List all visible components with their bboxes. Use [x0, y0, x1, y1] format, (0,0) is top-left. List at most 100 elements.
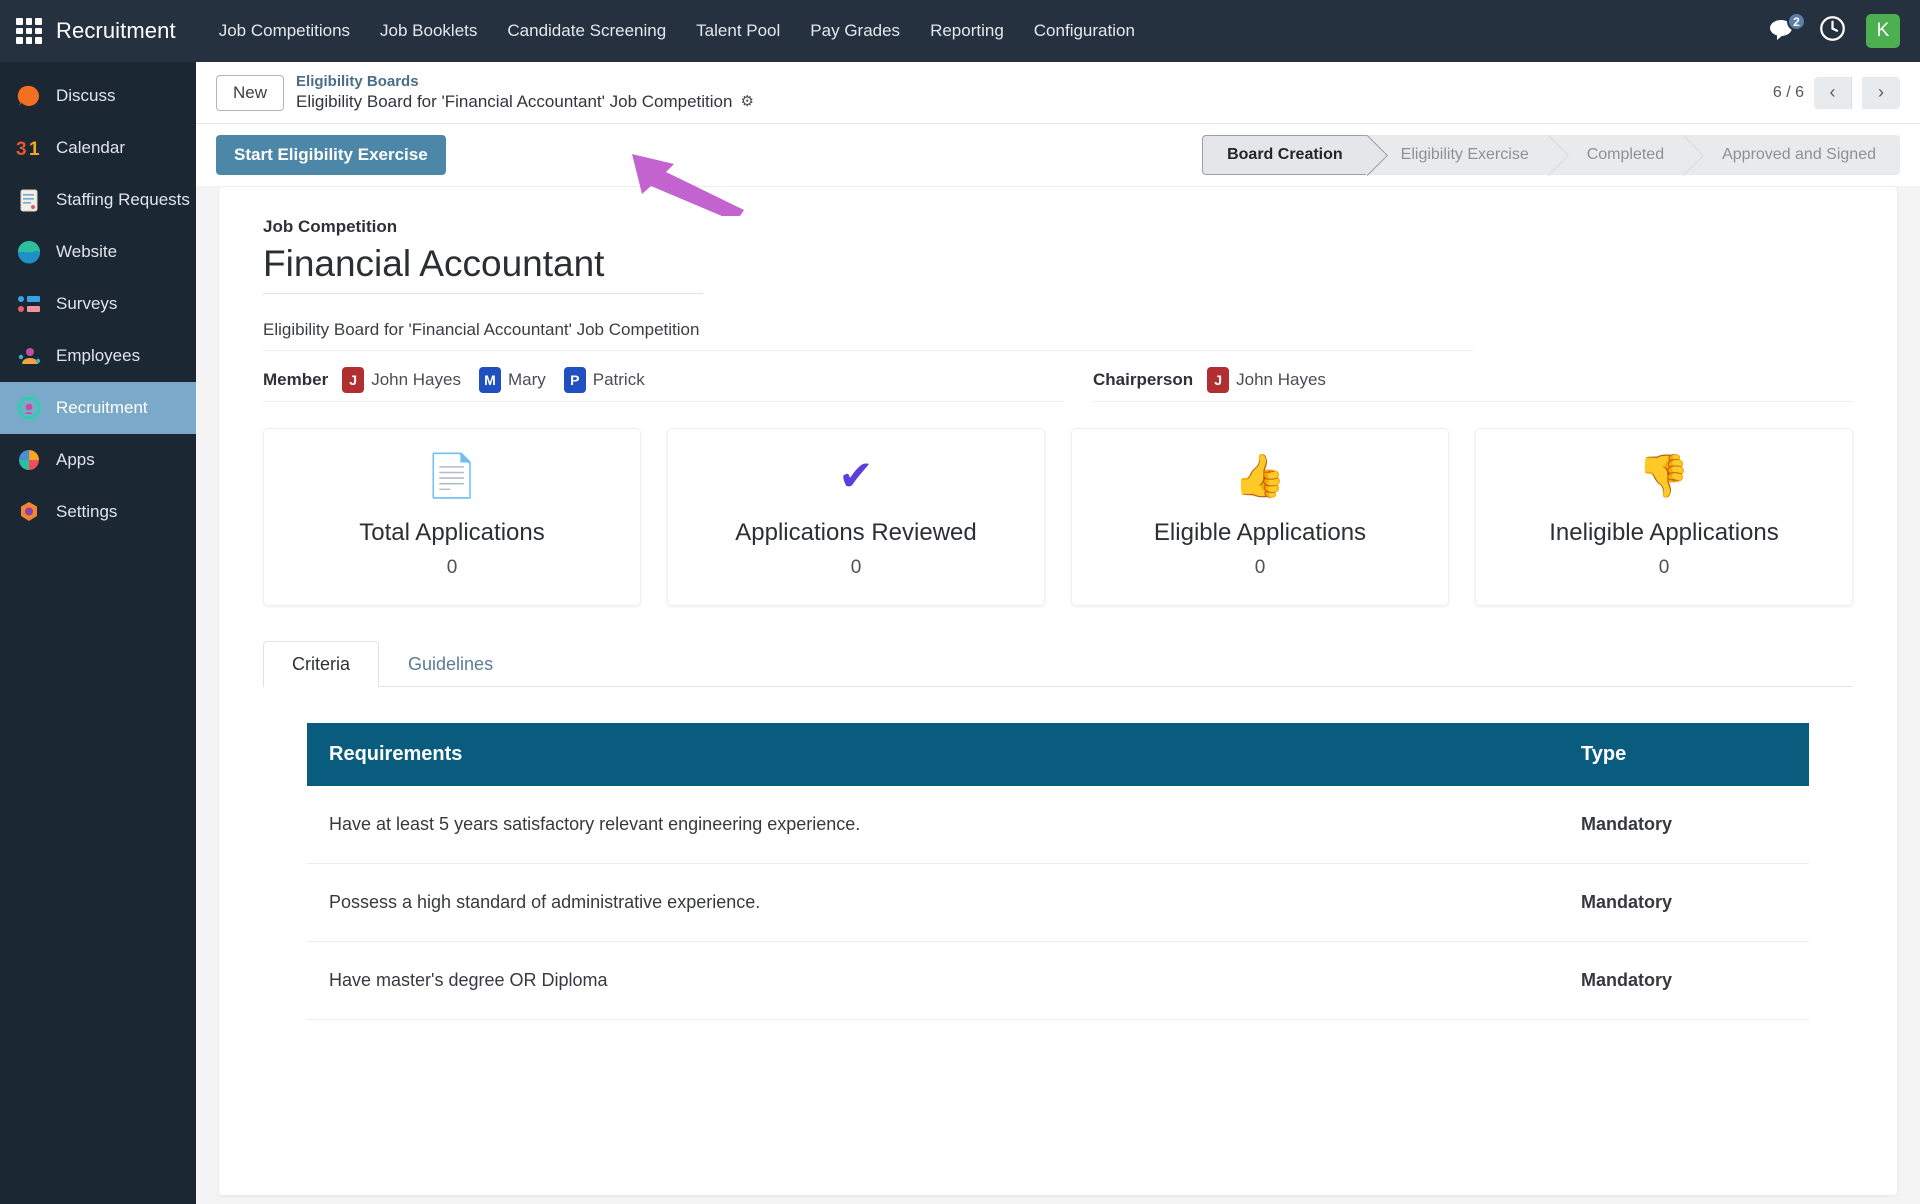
sidebar-item-apps[interactable]: Apps — [0, 434, 196, 486]
sidebar-item-surveys[interactable]: Surveys — [0, 278, 196, 330]
sidebar-item-recruitment[interactable]: Recruitment — [0, 382, 196, 434]
discuss-icon — [16, 83, 42, 109]
settings-icon — [16, 499, 42, 525]
tab-guidelines[interactable]: Guidelines — [379, 641, 522, 687]
nav-item-configuration[interactable]: Configuration — [1019, 13, 1150, 49]
chevron-left-icon[interactable]: ‹ — [1814, 76, 1852, 109]
thumbs-up-icon: 👍 — [1233, 452, 1287, 499]
user-avatar[interactable]: K — [1866, 14, 1900, 48]
sidebar-item-employees[interactable]: Employees — [0, 330, 196, 382]
clipboard-icon — [16, 187, 42, 213]
new-button[interactable]: New — [216, 74, 285, 111]
nav-item-pay-grades[interactable]: Pay Grades — [795, 13, 915, 49]
nav-item-talent-pool[interactable]: Talent Pool — [681, 13, 795, 49]
app-brand-title[interactable]: Recruitment — [56, 18, 176, 44]
member-tag-mary[interactable]: M Mary — [478, 367, 546, 393]
main-content: New Eligibility Boards Eligibility Board… — [196, 62, 1920, 1204]
stat-title: Eligible Applications — [1153, 519, 1367, 546]
avatar: M — [478, 367, 501, 393]
column-header-type: Type — [1559, 723, 1809, 786]
sidebar-item-settings[interactable]: Settings — [0, 486, 196, 538]
cell-type: Mandatory — [1559, 786, 1809, 864]
clock-activity-icon[interactable] — [1819, 15, 1846, 47]
avatar: J — [342, 367, 365, 393]
tab-criteria[interactable]: Criteria — [263, 641, 380, 687]
table-row[interactable]: Have master's degree OR Diploma Mandator… — [307, 941, 1809, 1020]
sidebar-item-discuss[interactable]: Discuss — [0, 70, 196, 122]
pager-count: 6 / 6 — [1772, 83, 1804, 101]
svg-text:3: 3 — [16, 139, 27, 160]
gear-icon[interactable]: ⚙ — [740, 93, 753, 112]
sidebar-label-apps: Apps — [56, 450, 95, 469]
messages-icon[interactable]: 2 — [1769, 12, 1806, 44]
navbar-systray: 2 K — [1769, 12, 1920, 48]
table-row[interactable]: Have at least 5 years satisfactory relev… — [307, 786, 1809, 864]
messages-badge: 2 — [1787, 12, 1806, 31]
stat-cards: 📄 Total Applications 0 ✔ Applications Re… — [263, 428, 1853, 606]
member-name: Mary — [507, 370, 546, 389]
apps-grid-icon[interactable] — [16, 18, 42, 44]
thumbs-down-icon: 👎 — [1637, 452, 1691, 499]
chairperson-label: Chairperson — [1093, 370, 1194, 389]
notebook-tabs: Criteria Guidelines — [263, 640, 1853, 687]
criteria-table-body: Have at least 5 years satisfactory relev… — [307, 786, 1809, 1020]
status-bar: Board Creation Eligibility Exercise Comp… — [1202, 135, 1900, 175]
form-sheet: Job Competition Member J John Hayes M — [218, 186, 1898, 1196]
cell-requirement: Have master's degree OR Diploma — [307, 941, 1559, 1020]
cell-type: Mandatory — [1559, 863, 1809, 942]
nav-item-candidate-screening[interactable]: Candidate Screening — [492, 13, 681, 49]
avatar: J — [1207, 367, 1230, 393]
member-tag-john-hayes[interactable]: J John Hayes — [342, 367, 461, 393]
description-input[interactable] — [263, 316, 1473, 351]
app-sidebar: Discuss 3 1 Calendar Staffing Requests W… — [0, 62, 196, 1204]
stat-value: 0 — [446, 557, 458, 578]
sidebar-label-staffing-requests: Staffing Requests — [56, 190, 190, 209]
sidebar-item-calendar[interactable]: 3 1 Calendar — [0, 122, 196, 174]
surveys-icon — [16, 291, 42, 317]
employees-icon — [16, 343, 42, 369]
svg-text:1: 1 — [29, 139, 40, 160]
sidebar-item-website[interactable]: Website — [0, 226, 196, 278]
stat-card-eligible-applications[interactable]: 👍 Eligible Applications 0 — [1071, 428, 1449, 606]
stat-title: Total Applications — [359, 519, 545, 546]
sidebar-label-surveys: Surveys — [56, 294, 118, 313]
stat-value: 0 — [850, 557, 862, 578]
document-page-icon: 📄 — [425, 452, 479, 499]
chairperson-tag[interactable]: J John Hayes — [1207, 367, 1326, 393]
stat-title: Applications Reviewed — [735, 519, 977, 546]
job-competition-input[interactable] — [263, 241, 703, 294]
sidebar-item-staffing-requests[interactable]: Staffing Requests — [0, 174, 196, 226]
start-eligibility-exercise-button[interactable]: Start Eligibility Exercise — [216, 135, 446, 175]
stage-board-creation[interactable]: Board Creation — [1202, 135, 1367, 175]
stage-completed[interactable]: Completed — [1552, 135, 1689, 175]
member-name: Patrick — [592, 370, 645, 389]
breadcrumb: Eligibility Boards Eligibility Board for… — [296, 73, 754, 113]
stat-title: Ineligible Applications — [1549, 519, 1779, 546]
nav-item-job-competitions[interactable]: Job Competitions — [204, 13, 365, 49]
column-header-requirements: Requirements — [307, 723, 1559, 786]
chairperson-name: John Hayes — [1236, 370, 1326, 389]
member-tags: J John Hayes M Mary P Patrick — [342, 367, 645, 393]
nav-item-job-booklets[interactable]: Job Booklets — [365, 13, 492, 49]
cell-requirement: Possess a high standard of administrativ… — [307, 863, 1559, 942]
stat-card-ineligible-applications[interactable]: 👎 Ineligible Applications 0 — [1475, 428, 1853, 606]
member-field: Member J John Hayes M Mary P Patrick — [263, 367, 1063, 402]
website-icon — [16, 239, 42, 265]
stat-card-applications-reviewed[interactable]: ✔ Applications Reviewed 0 — [667, 428, 1045, 606]
stage-eligibility-exercise[interactable]: Eligibility Exercise — [1366, 135, 1553, 175]
criteria-tab-body: Requirements Type Have at least 5 years … — [263, 687, 1853, 1020]
cell-type: Mandatory — [1559, 941, 1809, 1020]
breadcrumb-root[interactable]: Eligibility Boards — [296, 73, 754, 92]
criteria-table-head: Requirements Type — [307, 723, 1809, 786]
stat-card-total-applications[interactable]: 📄 Total Applications 0 — [263, 428, 641, 606]
control-panel-header: New Eligibility Boards Eligibility Board… — [196, 62, 1920, 124]
table-row[interactable]: Possess a high standard of administrativ… — [307, 863, 1809, 942]
stage-approved-and-signed[interactable]: Approved and Signed — [1688, 135, 1900, 175]
chevron-right-icon[interactable]: › — [1862, 76, 1900, 109]
chairperson-field: Chairperson J John Hayes — [1093, 367, 1853, 402]
member-tag-patrick[interactable]: P Patrick — [563, 367, 645, 393]
chairperson-column: Chairperson J John Hayes — [1093, 367, 1853, 402]
nav-item-reporting[interactable]: Reporting — [915, 13, 1019, 49]
member-chairperson-row: Member J John Hayes M Mary P Patrick Cha… — [263, 367, 1853, 402]
sidebar-label-recruitment: Recruitment — [56, 398, 148, 417]
